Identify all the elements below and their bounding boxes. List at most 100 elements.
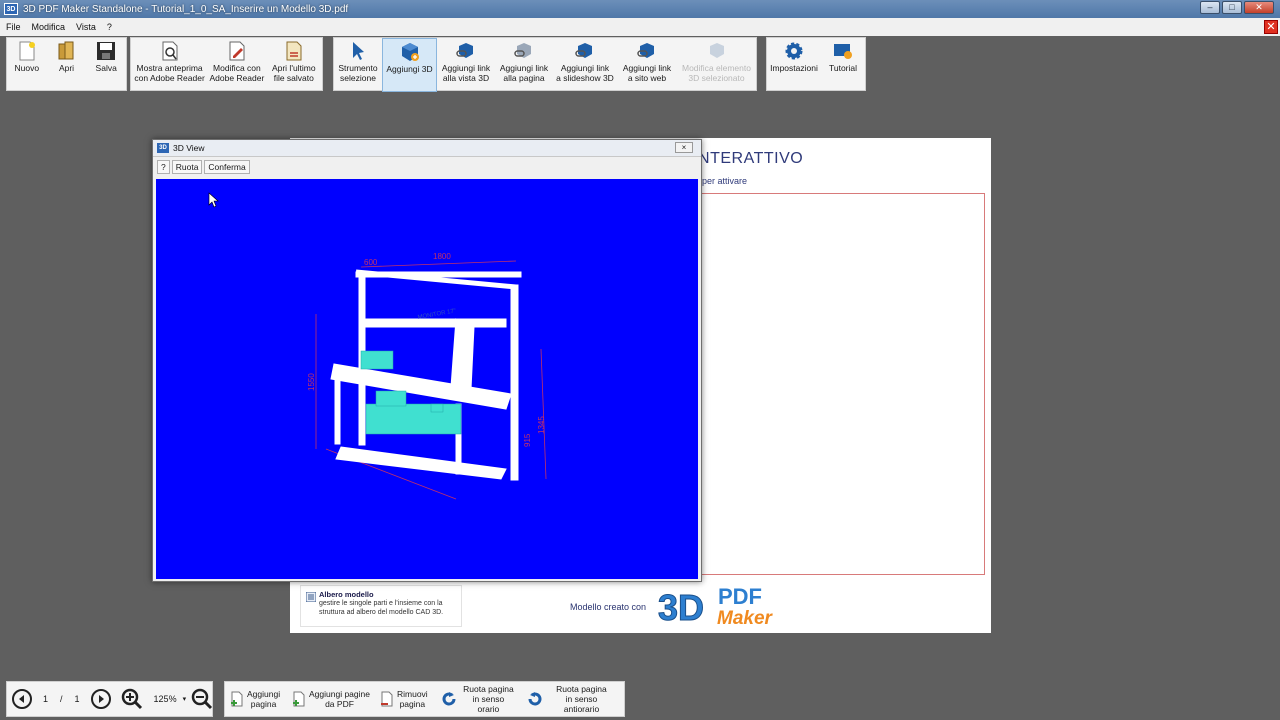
page-navigation: 1 / 1 125% ▾ — [6, 681, 213, 717]
chevron-left-icon — [12, 689, 32, 709]
confirm-button[interactable]: Conferma — [204, 160, 250, 174]
app-icon: 3D — [4, 3, 18, 15]
zoom-level[interactable]: 125% — [154, 694, 177, 704]
remove-page-button[interactable]: Rimuovi pagina — [375, 682, 435, 716]
page-actions: Aggiungi pagina Aggiungi pagine da PDF R… — [224, 681, 625, 717]
3d-pdf-maker-logo: 3D PDF Maker — [658, 584, 774, 628]
gear-icon — [783, 40, 805, 62]
help-button[interactable]: ? — [157, 160, 170, 174]
new-file-icon — [16, 40, 38, 62]
tutorial-icon — [832, 40, 854, 62]
3d-view-title: 3D View — [173, 143, 205, 153]
3d-annotation-frame[interactable] — [701, 193, 985, 575]
add-link-web-button[interactable]: Aggiungi link a sito web — [617, 38, 677, 92]
menu-modifica[interactable]: Modifica — [32, 22, 66, 32]
edit-3d-element-button[interactable]: Modifica elemento 3D selezionato — [677, 38, 756, 92]
pdf-open-last-icon — [283, 40, 305, 62]
rotate-cw-button[interactable]: Ruota pagina in senso orario — [435, 682, 521, 716]
toolbar-group-tools: Strumento selezione Aggiungi 3D Aggiungi… — [333, 37, 757, 92]
cursor-icon — [347, 40, 369, 62]
toolbar-group-reader: Mostra anteprima con Adobe Reader Modifi… — [130, 37, 323, 91]
page-total: 1 — [74, 694, 80, 704]
open-button[interactable]: Apri — [47, 38, 87, 92]
3d-view-icon: 3D — [157, 143, 169, 153]
settings-button[interactable]: Impostazioni — [767, 38, 821, 92]
close-window-button[interactable]: ✕ — [1244, 1, 1274, 14]
dim-table-height: 915 — [523, 433, 532, 447]
3d-viewport[interactable]: 1800 600 1550 1345 915 809 — [156, 179, 698, 579]
chevron-right-icon — [90, 689, 111, 709]
model-tree-info: Albero modello gestire le singole parti … — [300, 585, 462, 627]
window-title: 3D PDF Maker Standalone - Tutorial_1_0_S… — [23, 3, 349, 15]
next-page-button[interactable] — [86, 682, 116, 716]
add-link-3d-view-button[interactable]: Aggiungi link alla vista 3D — [437, 38, 495, 92]
open-last-saved-button[interactable]: Apri l'ultimo file salvato — [266, 38, 322, 92]
tree-title: Albero modello — [319, 590, 374, 599]
dim-height: 1550 — [307, 373, 316, 391]
3d-view-close-button[interactable]: × — [675, 142, 693, 153]
link-3d-icon — [455, 40, 477, 62]
add-pdf-pages-button[interactable]: Aggiungi pagine da PDF — [287, 682, 375, 716]
menu-file[interactable]: File — [6, 22, 21, 32]
dim-width: 1800 — [433, 252, 451, 261]
open-folder-icon — [56, 40, 78, 62]
selection-tool-button[interactable]: Strumento selezione — [334, 38, 382, 92]
tree-description: gestire le singole parti e l'insieme con… — [319, 600, 444, 616]
add-page-button[interactable]: Aggiungi pagina — [225, 682, 287, 716]
maximize-button[interactable]: □ — [1222, 1, 1242, 14]
pdf-edit-icon — [226, 40, 248, 62]
save-disk-icon — [95, 40, 117, 62]
rotate-ccw-button[interactable]: Ruota pagina in senso antiorario — [521, 682, 621, 716]
zoom-in-button[interactable] — [116, 682, 148, 716]
close-document-button[interactable]: ✕ — [1264, 20, 1278, 34]
tree-icon — [306, 592, 316, 602]
page-current[interactable]: 1 — [43, 694, 48, 704]
dim-height-2: 1345 — [537, 416, 546, 434]
rotate-ccw-icon — [528, 692, 542, 706]
3d-view-title-bar[interactable]: 3D 3D View × — [153, 140, 701, 157]
3d-view-window[interactable]: 3D 3D View × ? Ruota Conferma 1800 600 1… — [152, 139, 702, 582]
tutorial-button[interactable]: Tutorial — [821, 38, 865, 92]
prev-page-button[interactable] — [7, 682, 37, 716]
created-with-text: Modello creato con — [570, 602, 647, 612]
add-3d-button[interactable]: Aggiungi 3D — [382, 38, 437, 92]
page-separator: / — [60, 694, 63, 704]
svg-text:Maker: Maker — [717, 608, 774, 628]
add-link-slideshow-button[interactable]: Aggiungi link a slideshow 3D — [553, 38, 617, 92]
save-button[interactable]: Salva — [86, 38, 126, 92]
minimize-button[interactable]: – — [1200, 1, 1220, 14]
dim-depth: 600 — [364, 258, 378, 267]
add-link-page-button[interactable]: Aggiungi link alla pagina — [495, 38, 553, 92]
page-subtitle: per attivare — [702, 176, 748, 186]
preview-reader-button[interactable]: Mostra anteprima con Adobe Reader — [131, 38, 208, 92]
edit-reader-button[interactable]: Modifica con Adobe Reader — [208, 38, 265, 92]
toolbar-group-file: Nuovo Apri Salva — [6, 37, 127, 91]
remove-page-icon — [381, 691, 393, 707]
zoom-out-icon — [191, 688, 213, 710]
edit-3d-icon — [706, 40, 728, 62]
toolbar: Nuovo Apri Salva Mostra anteprima con Ad… — [0, 36, 1280, 94]
zoom-in-icon — [121, 688, 142, 710]
menu-bar: File Modifica Vista ? — [0, 18, 1280, 36]
rotate-cw-icon — [442, 692, 456, 706]
add-page-icon — [231, 691, 243, 707]
new-button[interactable]: Nuovo — [7, 38, 47, 92]
link-web-icon — [636, 40, 658, 62]
mouse-cursor-icon — [208, 192, 219, 208]
menu-vista[interactable]: Vista — [76, 22, 96, 32]
add-3d-icon — [399, 41, 421, 63]
status-bar: 1 / 1 125% ▾ Aggiungi pagina Aggiungi pa… — [0, 680, 1280, 720]
3d-view-toolbar: ? Ruota Conferma — [153, 157, 701, 177]
menu-help[interactable]: ? — [107, 22, 112, 32]
svg-text:PDF: PDF — [718, 584, 762, 609]
add-pdf-pages-icon — [293, 691, 305, 707]
window-title-bar[interactable]: 3D 3D PDF Maker Standalone - Tutorial_1_… — [0, 0, 1280, 18]
3d-model-workbench: 1800 600 1550 1345 915 809 — [208, 192, 547, 500]
toolbar-group-help: Impostazioni Tutorial — [766, 37, 866, 91]
zoom-out-button[interactable] — [186, 682, 218, 716]
link-page-icon — [513, 40, 535, 62]
link-slideshow-icon — [574, 40, 596, 62]
svg-text:3D: 3D — [658, 587, 704, 628]
rotate-button[interactable]: Ruota — [171, 160, 203, 174]
pdf-preview-icon — [159, 40, 181, 62]
